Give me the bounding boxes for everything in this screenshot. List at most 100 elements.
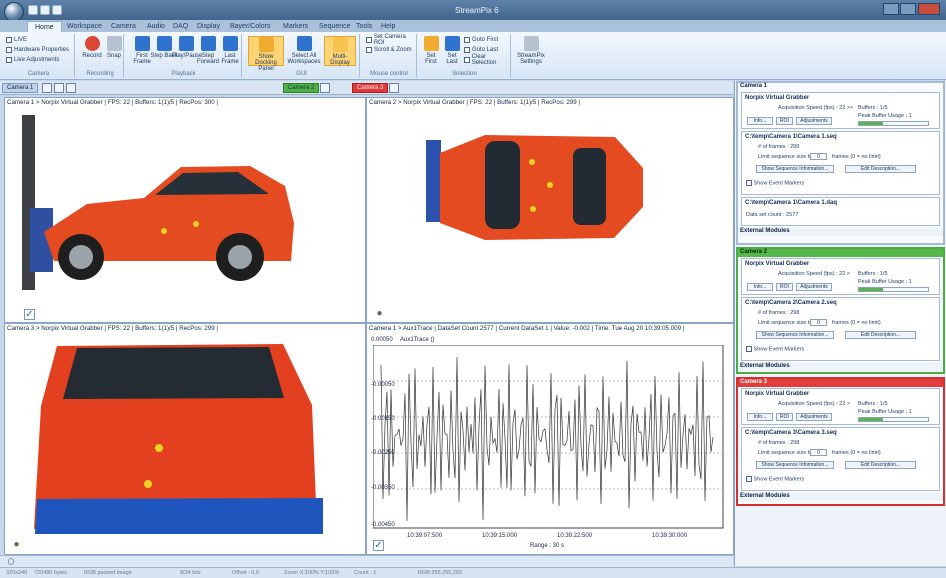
play-icon[interactable] — [52, 5, 62, 15]
camera-2-adjustments-button[interactable]: Adjustments — [796, 283, 832, 291]
minimize-button[interactable] — [883, 3, 899, 15]
camera-3-buffer-usage-fill — [859, 418, 884, 421]
camera-1-record-icon[interactable] — [54, 83, 64, 93]
camera-3-external-modules[interactable]: External Modules — [738, 493, 943, 501]
tab-help[interactable]: Help — [374, 21, 402, 32]
camera-3-adjustments-button[interactable]: Adjustments — [796, 413, 832, 421]
camera-3-view[interactable]: Camera 3 > Norpix Virtual Grabber | FPS:… — [4, 323, 366, 555]
close-button[interactable] — [918, 3, 940, 15]
settings-group: StreamPix Settings — [513, 34, 549, 78]
tab-markers[interactable]: Markers — [276, 21, 315, 32]
status-bytes: 720480 bytes — [34, 570, 68, 576]
live-adjustments-button[interactable]: Live Adjustments — [6, 55, 59, 64]
set-first-button[interactable]: Set First — [421, 36, 441, 66]
camera-3-capture-icon[interactable] — [389, 83, 399, 93]
status-format: RGB packed image — [84, 570, 132, 576]
tab-workspace[interactable]: Workspace — [60, 21, 109, 32]
ribbon: LIVE Hardware Properties Live Adjustment… — [0, 32, 946, 80]
scroll-zoom-button[interactable]: Scroll & Zoom — [366, 45, 412, 54]
set-camera-roi-button[interactable]: Set Camera ROI — [366, 34, 416, 46]
x-label-1: 10:39:07:500 — [407, 533, 443, 539]
tab-camera[interactable]: Camera — [104, 21, 143, 32]
camera-2-tab[interactable]: Camera 2 — [283, 83, 320, 93]
camera-1-adjustments-button[interactable]: Adjustments — [796, 117, 832, 125]
y-label-4: -0.00350 — [371, 485, 395, 491]
status-bar: 320x240 720480 bytes RGB packed image 8/… — [0, 567, 946, 578]
camera-3-buffer-usage-bar — [858, 417, 929, 422]
trace-select-checkbox[interactable]: ✓ — [373, 540, 384, 551]
camera-2-info-button[interactable]: Info... — [747, 283, 773, 291]
camera-1-play-icon[interactable] — [66, 83, 76, 93]
tab-home[interactable]: Home — [27, 21, 62, 32]
status-bits: 8/24 bits — [180, 570, 201, 576]
maximize-button[interactable] — [900, 3, 916, 15]
camera-2-event-markers-checkbox[interactable] — [746, 346, 752, 352]
mouse-control-group: Set Camera ROI Scroll & Zoom Mouse contr… — [362, 34, 417, 78]
camera-1-event-markers-checkbox[interactable] — [746, 180, 752, 186]
camera-2-sequence-info-button[interactable]: Show Sequence Information... — [756, 331, 834, 339]
camera-3-limit-input[interactable]: 0 — [810, 449, 827, 456]
app-orb-button[interactable] — [4, 2, 24, 22]
camera-3-roi-button[interactable]: ROI — [776, 413, 793, 421]
camera-2-grabber-box: Norpix Virtual Grabber Acquisition Speed… — [741, 258, 940, 295]
camera-1-roi-button[interactable]: ROI — [776, 117, 793, 125]
x-label-2: 10:39:15:000 — [482, 533, 518, 539]
tab-bayer-colors[interactable]: Bayer/Colors — [223, 21, 277, 32]
camera-2-view[interactable]: Camera 2 > Norpix Virtual Grabber | FPS:… — [366, 97, 734, 323]
camera-2-roi-button[interactable]: ROI — [776, 283, 793, 291]
hardware-properties-button[interactable]: Hardware Properties — [6, 45, 69, 54]
tab-display[interactable]: Display — [190, 21, 227, 32]
camera-1-select-checkbox[interactable]: ✓ — [24, 309, 35, 320]
camera-1-view-header: Camera 1 > Norpix Virtual Grabber | FPS:… — [7, 99, 218, 106]
last-frame-button[interactable]: Last Frame — [216, 36, 244, 66]
y-label-2: -0.00150 — [371, 416, 395, 422]
camera-3-eye-icon[interactable]: ● — [11, 540, 22, 551]
undo-icon[interactable] — [40, 5, 50, 15]
trace-view[interactable]: Camera 1 > Aux1Trace | DataSet Count 257… — [366, 323, 734, 555]
camera-1-daq-box: C:\temp\Camera 1\Camera 1.daq Data set c… — [741, 197, 940, 226]
streampix-settings-button[interactable]: StreamPix Settings — [517, 36, 545, 66]
live-button[interactable]: LIVE — [6, 35, 27, 44]
camera-2-limit-input[interactable]: 0 — [810, 319, 827, 326]
camera-3-sequence-info-button[interactable]: Show Sequence Information... — [756, 461, 834, 469]
x-label-3: 10:39:22:500 — [557, 533, 593, 539]
camera-2-image — [426, 135, 643, 240]
camera-2-external-modules[interactable]: External Modules — [738, 363, 943, 371]
camera-2-edit-description-button[interactable]: Edit Description... — [845, 331, 916, 339]
status-rgb: RGB:255,255,255 — [418, 570, 463, 576]
camera-1-edit-description-button[interactable]: Edit Description... — [845, 165, 916, 173]
camera-2-view-header: Camera 2 > Norpix Virtual Grabber | FPS:… — [369, 99, 580, 106]
show-docking-panel-button[interactable]: Show Docking Panel — [248, 36, 284, 72]
camera-2-capture-icon[interactable] — [320, 83, 330, 93]
selection-group: Set First Set Last Goto First Goto Last … — [419, 34, 511, 78]
camera-1-info-button[interactable]: Info... — [747, 117, 773, 125]
camera-3-tab[interactable]: Camera 3 — [352, 83, 389, 93]
clear-selection-button[interactable]: Clear Selection — [464, 54, 510, 66]
camera-2-panel: Camera 2 Norpix Virtual Grabber Acquisit… — [736, 247, 945, 374]
camera-1-sequence-info-button[interactable]: Show Sequence Information... — [756, 165, 834, 173]
camera-3-info-button[interactable]: Info... — [747, 413, 773, 421]
trace-top-value: 0.00050 — [371, 337, 393, 343]
window-title: StreamPix 6 — [455, 6, 499, 15]
camera-1-limit-input[interactable]: 0 — [810, 153, 827, 160]
multi-display-button[interactable]: Multi-Display — [324, 36, 356, 66]
camera-1-image — [22, 115, 294, 290]
set-last-button[interactable]: Set Last — [442, 36, 462, 66]
camera-1-external-modules[interactable]: External Modules — [738, 228, 943, 236]
playback-group: First Frame Step Back Play/Pause Step Fo… — [126, 34, 242, 78]
snap-button[interactable]: Snap — [100, 36, 128, 66]
select-all-workspaces-button[interactable]: Select All Workspaces — [286, 36, 322, 66]
camera-2-eye-icon[interactable]: ● — [374, 309, 385, 320]
y-label-5: -0.00450 — [371, 522, 395, 528]
camera-3-edit-description-button[interactable]: Edit Description... — [845, 461, 916, 469]
save-icon[interactable] — [28, 5, 38, 15]
goto-first-button[interactable]: Goto First — [464, 35, 498, 44]
camera-1-tab[interactable]: Camera 1 — [2, 83, 39, 93]
trace-view-header: Camera 1 > Aux1Trace | DataSet Count 257… — [369, 325, 685, 332]
gui-group: Show Docking Panel Select All Workspaces… — [244, 34, 360, 78]
camera-1-view[interactable]: Camera 1 > Norpix Virtual Grabber | FPS:… — [4, 97, 366, 323]
x-label-4: 10:39:30:000 — [652, 533, 688, 539]
camera-1-capture-icon[interactable] — [42, 83, 52, 93]
trace-series-label: Aux1Trace () — [400, 337, 435, 343]
camera-3-event-markers-checkbox[interactable] — [746, 476, 752, 482]
